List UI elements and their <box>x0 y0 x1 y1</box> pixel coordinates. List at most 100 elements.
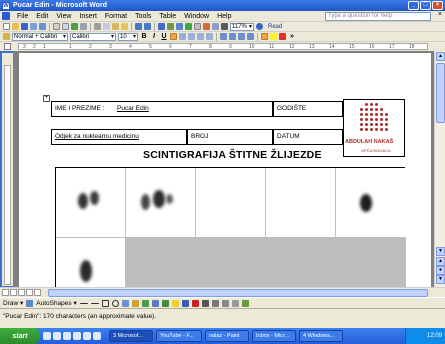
line-color-icon[interactable] <box>181 299 189 307</box>
permission-icon[interactable] <box>30 23 37 30</box>
italic-button[interactable]: I <box>150 33 158 40</box>
horizontal-ruler[interactable]: 3 2 1 1 2 3 4 5 6 7 8 9 10 11 12 13 14 1… <box>18 43 428 50</box>
print-icon[interactable] <box>53 23 60 30</box>
year-cell[interactable]: GODIŠTE <box>273 101 343 117</box>
outline-view-icon[interactable] <box>26 289 33 296</box>
underline-button[interactable]: U <box>160 33 168 40</box>
numbering-icon[interactable] <box>220 33 227 40</box>
zoom-select[interactable]: 117% <box>230 22 254 31</box>
previous-page-icon[interactable]: ▲ <box>436 257 445 266</box>
scintigraphy-image[interactable] <box>126 168 196 238</box>
print-layout-icon[interactable] <box>18 289 25 296</box>
quick-launch-icon[interactable] <box>63 332 71 340</box>
rectangle-icon[interactable] <box>101 299 109 307</box>
taskbar-button[interactable]: Inbox - Micr... <box>252 330 296 342</box>
highlight-icon[interactable] <box>270 33 277 40</box>
document-area[interactable]: + IME I PREZIME : Pucar Edin GODIŠTE Odj… <box>13 51 434 287</box>
bullets-icon[interactable] <box>229 33 236 40</box>
select-objects-icon[interactable] <box>26 299 34 307</box>
insert-table-icon[interactable] <box>176 23 183 30</box>
font-color-draw-icon[interactable] <box>191 299 199 307</box>
new-icon[interactable] <box>3 23 10 30</box>
show-hide-icon[interactable] <box>221 23 228 30</box>
font-color-icon[interactable] <box>279 33 286 40</box>
horizontal-scroll-thumb[interactable] <box>48 289 428 297</box>
font-size-select[interactable]: 10 <box>118 32 138 41</box>
cut-icon[interactable] <box>94 23 101 30</box>
line-style-icon[interactable] <box>201 299 209 307</box>
select-browse-object-icon[interactable]: ● <box>436 266 445 275</box>
clock[interactable]: 12:09 <box>427 333 442 339</box>
menu-tools[interactable]: Tools <box>131 13 155 20</box>
scroll-up-icon[interactable]: ▲ <box>436 52 445 61</box>
draw-menu-button[interactable]: Draw ▾ <box>3 299 23 307</box>
scroll-down-icon[interactable]: ▼ <box>436 247 445 256</box>
number-cell[interactable]: BROJ <box>187 129 273 145</box>
scroll-thumb[interactable] <box>436 63 445 123</box>
shadow-style-icon[interactable] <box>231 299 239 307</box>
next-page-icon[interactable]: ▼ <box>436 275 445 284</box>
diagram-icon[interactable] <box>141 299 149 307</box>
department-cell[interactable]: Odjek za nuklearnu medicinu <box>51 129 187 145</box>
maximize-button[interactable]: □ <box>420 1 431 10</box>
align-left-icon[interactable] <box>170 33 177 40</box>
align-center-icon[interactable] <box>179 33 186 40</box>
normal-view-icon[interactable] <box>2 289 9 296</box>
quick-launch-icon[interactable] <box>93 332 101 340</box>
font-select[interactable]: Calibri <box>70 32 116 41</box>
quick-launch-icon[interactable] <box>83 332 91 340</box>
document-map-icon[interactable] <box>212 23 219 30</box>
arrow-icon[interactable] <box>90 302 99 304</box>
scintigraphy-image[interactable] <box>56 168 126 238</box>
quick-launch-icon[interactable] <box>73 332 81 340</box>
3d-style-icon[interactable] <box>241 299 249 307</box>
undo-icon[interactable] <box>135 23 142 30</box>
close-button[interactable]: × <box>432 1 443 10</box>
scintigraphy-image[interactable] <box>196 168 266 238</box>
reading-layout-icon[interactable] <box>34 289 41 296</box>
columns-icon[interactable] <box>194 23 201 30</box>
menu-view[interactable]: View <box>52 13 75 20</box>
vertical-ruler[interactable] <box>2 53 13 286</box>
horizontal-scrollbar[interactable] <box>0 287 445 297</box>
scintigraphy-image[interactable] <box>266 168 336 238</box>
taskbar-button[interactable]: YouTube - F... <box>156 330 202 342</box>
help-icon[interactable] <box>256 23 263 30</box>
insert-excel-icon[interactable] <box>185 23 192 30</box>
menu-help[interactable]: Help <box>213 13 235 20</box>
format-painter-icon[interactable] <box>121 23 128 30</box>
menu-insert[interactable]: Insert <box>75 13 101 20</box>
toolbar-options-icon[interactable]: » <box>288 33 296 40</box>
line-icon[interactable] <box>79 302 88 304</box>
decrease-indent-icon[interactable] <box>238 33 245 40</box>
document-icon[interactable] <box>2 12 10 20</box>
read-button[interactable]: Read <box>268 24 282 30</box>
menu-file[interactable]: File <box>13 13 32 20</box>
taskbar-button[interactable]: 3 Microsof... <box>109 330 153 342</box>
close-doc-icon[interactable]: × <box>438 11 442 18</box>
table-move-handle-icon[interactable]: + <box>43 95 50 102</box>
email-icon[interactable] <box>39 23 46 30</box>
menu-table[interactable]: Table <box>155 13 180 20</box>
research-icon[interactable] <box>80 23 87 30</box>
line-spacing-icon[interactable] <box>206 33 213 40</box>
document-page[interactable]: + IME I PREZIME : Pucar Edin GODIŠTE Odj… <box>19 53 431 287</box>
copy-icon[interactable] <box>103 23 110 30</box>
print-preview-icon[interactable] <box>62 23 69 30</box>
redo-icon[interactable] <box>144 23 151 30</box>
wordart-icon[interactable] <box>131 299 139 307</box>
help-search-input[interactable]: Type a question for help <box>325 12 431 21</box>
bold-button[interactable]: B <box>140 33 148 40</box>
text-box-icon[interactable] <box>121 299 129 307</box>
paste-icon[interactable] <box>112 23 119 30</box>
style-select[interactable]: Normal + Calibri <box>12 32 68 41</box>
word-app-icon[interactable]: W <box>2 1 10 10</box>
tables-borders-icon[interactable] <box>167 23 174 30</box>
menu-window[interactable]: Window <box>180 13 213 20</box>
oval-icon[interactable] <box>111 299 119 307</box>
menu-format[interactable]: Format <box>101 13 131 20</box>
spelling-icon[interactable] <box>71 23 78 30</box>
start-button[interactable]: start <box>0 328 40 344</box>
taskbar-button[interactable]: 4 Windows... <box>299 330 343 342</box>
quick-launch-icon[interactable] <box>53 332 61 340</box>
